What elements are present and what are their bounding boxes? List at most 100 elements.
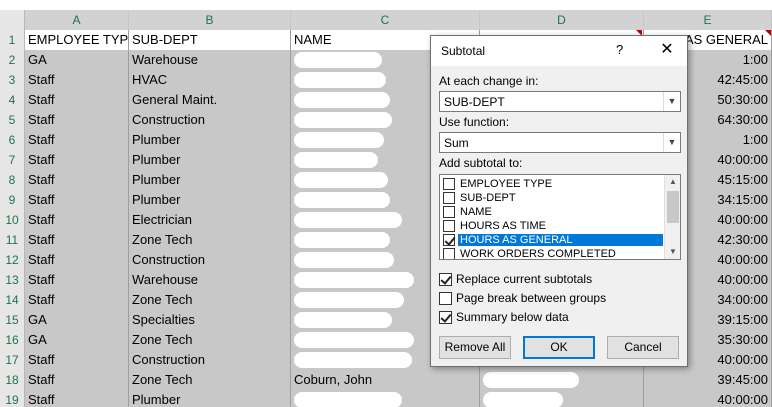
field-checkbox[interactable] (443, 178, 455, 190)
row-number[interactable]: 19 (0, 390, 25, 407)
cell-sub-dept[interactable]: Plumber (129, 150, 291, 170)
cell-employee-type[interactable]: Staff (25, 90, 129, 110)
field-checkbox[interactable] (443, 248, 455, 259)
row-number[interactable]: 8 (0, 170, 25, 190)
cell-sub-dept[interactable]: Electrician (129, 210, 291, 230)
at-each-change-select[interactable]: SUB-DEPT ▼ (439, 91, 681, 112)
header-cell-sub-dept[interactable]: SUB-DEPT (129, 30, 291, 50)
scroll-up-icon[interactable]: ▲ (665, 175, 680, 189)
cell-d[interactable] (480, 370, 644, 390)
cell-d[interactable] (480, 390, 644, 407)
cell-sub-dept[interactable]: Zone Tech (129, 230, 291, 250)
column-header-b[interactable]: B (129, 10, 291, 30)
cell-employee-type[interactable]: Staff (25, 190, 129, 210)
list-item[interactable]: HOURS AS GENERAL (443, 233, 665, 247)
remove-all-button[interactable]: Remove All (439, 336, 511, 359)
list-item[interactable]: HOURS AS TIME (443, 219, 665, 233)
row-number[interactable]: 5 (0, 110, 25, 130)
cell-sub-dept[interactable]: Plumber (129, 190, 291, 210)
cell-sub-dept[interactable]: Zone Tech (129, 370, 291, 390)
cell-employee-type[interactable]: Staff (25, 250, 129, 270)
replace-subtotals-checkbox[interactable] (439, 272, 452, 286)
close-icon[interactable]: ✕ (657, 40, 677, 60)
row-number[interactable]: 3 (0, 70, 25, 90)
cell-sub-dept[interactable]: Warehouse (129, 270, 291, 290)
replace-subtotals-option[interactable]: Replace current subtotals (439, 272, 592, 286)
row-number[interactable]: 17 (0, 350, 25, 370)
row-number[interactable]: 18 (0, 370, 25, 390)
header-cell-employee-type[interactable]: EMPLOYEE TYPE (25, 30, 129, 50)
row-number[interactable]: 2 (0, 50, 25, 70)
cancel-button[interactable]: Cancel (607, 336, 679, 359)
cell-hours-as-general[interactable]: 40:00:00 (644, 390, 772, 407)
cell-employee-type[interactable]: Staff (25, 370, 129, 390)
cell-employee-type[interactable]: Staff (25, 270, 129, 290)
cell-employee-type[interactable]: Staff (25, 290, 129, 310)
scroll-down-icon[interactable]: ▼ (665, 245, 680, 259)
cell-sub-dept[interactable]: HVAC (129, 70, 291, 90)
cell-employee-type[interactable]: GA (25, 50, 129, 70)
scroll-thumb[interactable] (667, 191, 679, 223)
cell-sub-dept[interactable]: Construction (129, 250, 291, 270)
cell-employee-type[interactable]: Staff (25, 170, 129, 190)
cell-sub-dept[interactable]: Construction (129, 110, 291, 130)
cell-employee-type[interactable]: Staff (25, 150, 129, 170)
cell-employee-type[interactable]: Staff (25, 390, 129, 407)
list-item[interactable]: SUB-DEPT (443, 191, 665, 205)
chevron-down-icon[interactable]: ▼ (663, 133, 680, 152)
ok-button[interactable]: OK (523, 336, 595, 359)
cell-name[interactable]: Coburn, John (291, 370, 480, 390)
row-number[interactable]: 1 (0, 30, 25, 50)
column-header-a[interactable]: A (25, 10, 129, 30)
use-function-select[interactable]: Sum ▼ (439, 132, 681, 153)
cell-sub-dept[interactable]: Warehouse (129, 50, 291, 70)
cell-sub-dept[interactable]: Specialties (129, 310, 291, 330)
summary-below-option[interactable]: Summary below data (439, 310, 569, 324)
cell-sub-dept[interactable]: Plumber (129, 130, 291, 150)
cell-sub-dept[interactable]: Plumber (129, 390, 291, 407)
row-number[interactable]: 9 (0, 190, 25, 210)
column-header-e[interactable]: E (644, 10, 772, 30)
cell-sub-dept[interactable]: Zone Tech (129, 290, 291, 310)
help-button[interactable]: ? (616, 42, 623, 57)
row-number[interactable]: 15 (0, 310, 25, 330)
row-number[interactable]: 7 (0, 150, 25, 170)
cell-employee-type[interactable]: Staff (25, 350, 129, 370)
row-number[interactable]: 4 (0, 90, 25, 110)
list-scrollbar[interactable]: ▲ ▼ (664, 175, 680, 259)
cell-employee-type[interactable]: Staff (25, 130, 129, 150)
cell-employee-type[interactable]: Staff (25, 210, 129, 230)
column-header-c[interactable]: C (291, 10, 480, 30)
cell-hours-as-general[interactable]: 39:45:00 (644, 370, 772, 390)
row-number[interactable]: 13 (0, 270, 25, 290)
list-item[interactable]: EMPLOYEE TYPE (443, 177, 665, 191)
row-number[interactable]: 12 (0, 250, 25, 270)
row-number[interactable]: 16 (0, 330, 25, 350)
summary-below-checkbox[interactable] (439, 310, 452, 324)
cell-name[interactable] (291, 390, 480, 407)
row-number[interactable]: 6 (0, 130, 25, 150)
field-checkbox[interactable] (443, 206, 455, 218)
row-number[interactable]: 11 (0, 230, 25, 250)
field-checkbox[interactable] (443, 220, 455, 232)
chevron-down-icon[interactable]: ▼ (663, 92, 680, 111)
column-header-d[interactable]: D (480, 10, 644, 30)
field-checkbox[interactable] (443, 234, 455, 246)
select-all-corner[interactable] (0, 10, 25, 30)
cell-sub-dept[interactable]: Construction (129, 350, 291, 370)
list-item[interactable]: WORK ORDERS COMPLETED (443, 247, 665, 259)
field-checkbox[interactable] (443, 192, 455, 204)
row-number[interactable]: 14 (0, 290, 25, 310)
page-break-checkbox[interactable] (439, 291, 452, 305)
page-break-option[interactable]: Page break between groups (439, 291, 606, 305)
cell-employee-type[interactable]: GA (25, 330, 129, 350)
cell-employee-type[interactable]: GA (25, 310, 129, 330)
cell-employee-type[interactable]: Staff (25, 230, 129, 250)
cell-employee-type[interactable]: Staff (25, 110, 129, 130)
list-item[interactable]: NAME (443, 205, 665, 219)
cell-sub-dept[interactable]: General Maint. (129, 90, 291, 110)
cell-sub-dept[interactable]: Zone Tech (129, 330, 291, 350)
add-subtotal-list[interactable]: EMPLOYEE TYPE SUB-DEPT NAME HOURS AS TIME HO… (439, 174, 681, 260)
row-number[interactable]: 10 (0, 210, 25, 230)
cell-sub-dept[interactable]: Plumber (129, 170, 291, 190)
